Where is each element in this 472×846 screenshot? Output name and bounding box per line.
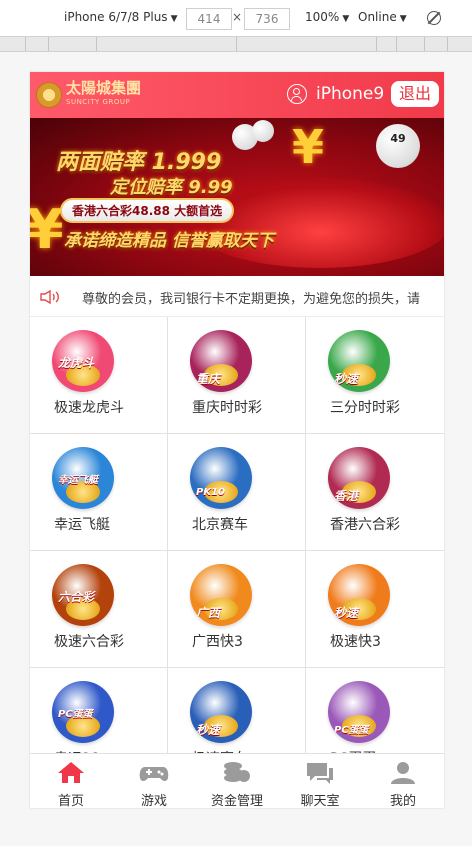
zoom-select[interactable]: 100% ▼ (305, 10, 349, 24)
pc-egg-icon: PC蛋蛋 (52, 681, 114, 743)
game-label: 幸运飞艇 (54, 517, 110, 533)
game-tile[interactable]: 龙虎斗极速龙虎斗 (30, 317, 168, 434)
game-icon-tag: 龙虎斗 (58, 356, 95, 370)
banner-headline-1: 两面赔率 1.999 (56, 150, 222, 175)
tab-home[interactable]: 首页 (30, 754, 112, 808)
lucky-airship-icon: 幸运飞艇 (52, 447, 114, 509)
game-icon-tag: 广西 (196, 606, 221, 620)
speed-k3-icon: 秒速 (328, 564, 390, 626)
game-icon-tag: 秒速 (334, 372, 359, 386)
phone-viewport: 太陽城集團 SUNCITY GROUP iPhone9 退出 49 ¥ ¥ 两面… (30, 72, 444, 808)
app-header: 太陽城集團 SUNCITY GROUP iPhone9 退出 (30, 72, 444, 118)
game-label: 重庆时时彩 (192, 400, 262, 416)
width-input[interactable]: 414 (186, 8, 232, 30)
sun-emblem-icon (36, 82, 62, 108)
hongkong-mark-six-icon: 香港 (328, 447, 390, 509)
game-tile[interactable]: 幸运飞艇 幸运飞艇 (30, 434, 168, 551)
chevron-down-icon: ▼ (399, 14, 407, 24)
game-label: 极速六合彩 (54, 634, 124, 650)
beijing-racing-icon: PK10 (190, 447, 252, 509)
logo: 太陽城集團 SUNCITY GROUP (36, 81, 141, 109)
person-icon (391, 762, 415, 784)
notice-text: 尊敬的会员，我司银行卡不定期更换，为避免您的损失，请 (82, 292, 421, 307)
game-tile[interactable]: 秒速三分时时彩 (306, 317, 444, 434)
tab-person[interactable]: 我的 (362, 754, 444, 808)
promo-banner[interactable]: 49 ¥ ¥ 两面赔率 1.999 定位赔率 9.99 香港六合彩48.88 大… (30, 118, 444, 276)
game-label: 三分时时彩 (330, 400, 400, 416)
game-label: 广西快3 (192, 634, 243, 650)
yen-coin-icon: ¥ (292, 120, 325, 174)
game-icon-tag: PC蛋蛋 (58, 709, 93, 720)
game-icon-tag: 秒速 (196, 723, 221, 737)
gamepad-icon (139, 767, 169, 781)
network-select[interactable]: Online ▼ (358, 10, 407, 24)
rotate-icon[interactable] (427, 11, 441, 25)
media-query-ruler (0, 36, 472, 52)
network-label: Online (358, 10, 397, 24)
home-icon (58, 762, 84, 783)
tab-label: 首页 (57, 794, 84, 808)
zoom-label: 100% (305, 10, 340, 24)
lottery-ball-icon (252, 120, 274, 142)
device-select[interactable]: iPhone 6/7/8 Plus ▼ (64, 10, 177, 24)
guangxi-dice-icon: 广西 (190, 564, 252, 626)
device-label: iPhone 6/7/8 Plus (64, 10, 168, 24)
game-tile[interactable]: 香港香港六合彩 (306, 434, 444, 551)
game-tile[interactable]: 重庆重庆时时彩 (168, 317, 306, 434)
game-icon-tag: 秒速 (334, 606, 359, 620)
tab-label: 我的 (389, 794, 416, 808)
banner-headline-2: 定位赔率 9.99 (110, 177, 233, 198)
speaker-icon (40, 290, 59, 304)
tab-coins[interactable]: 资金管理 (196, 754, 278, 808)
game-label: 极速快3 (330, 634, 381, 650)
game-tile[interactable]: 六合彩极速六合彩 (30, 551, 168, 668)
notice-bar[interactable]: 尊敬的会员，我司银行卡不定期更换，为避免您的损失，请 (30, 276, 444, 317)
speed-racing-icon: 秒速 (190, 681, 252, 743)
game-icon-tag: PK10 (196, 487, 225, 498)
logout-button[interactable]: 退出 (391, 81, 439, 107)
tab-chat[interactable]: 聊天室 (279, 754, 361, 808)
game-label: 香港六合彩 (330, 517, 400, 533)
game-tile[interactable]: PK10 北京赛车 (168, 434, 306, 551)
game-label: 北京赛车 (192, 517, 248, 533)
tab-gamepad[interactable]: 游戏 (113, 754, 195, 808)
username: iPhone9 (316, 84, 385, 104)
game-tile[interactable]: 广西广西快3 (168, 551, 306, 668)
bottom-tabbar: 首页 游戏 资金管理 聊天室 我的 (30, 753, 444, 808)
chevron-down-icon: ▼ (342, 14, 350, 24)
height-input[interactable]: 736 (244, 8, 290, 30)
tab-label: 资金管理 (210, 794, 263, 808)
game-icon-tag: 六合彩 (58, 590, 95, 604)
pc-egg-purple-icon: PC蛋蛋 (328, 681, 390, 743)
game-icon-tag: 重庆 (196, 372, 221, 386)
banner-slogan: 承诺缔造精品 信誉赢取天下 (64, 231, 274, 251)
game-icon-tag: PC蛋蛋 (334, 725, 369, 736)
chat-icon (307, 763, 333, 784)
banner-pill: 香港六合彩48.88 大额首选 (60, 198, 235, 223)
tab-label: 游戏 (140, 794, 167, 808)
game-label: 极速龙虎斗 (54, 400, 124, 416)
user-icon[interactable] (287, 84, 307, 104)
chevron-down-icon: ▼ (170, 14, 178, 24)
dragon-tiger-icon: 龙虎斗 (52, 330, 114, 392)
coins-icon (224, 762, 250, 782)
game-icon-tag: 幸运飞艇 (58, 475, 98, 486)
devtools-toolbar: iPhone 6/7/8 Plus ▼ 414 × 736 100% ▼ Onlin… (0, 0, 472, 39)
chongqing-clock-icon: 重庆 (190, 330, 252, 392)
game-icon-tag: 香港 (334, 489, 359, 503)
tab-label: 聊天室 (300, 794, 340, 808)
yen-coin-icon: ¥ (30, 198, 64, 261)
times-icon: × (232, 10, 243, 24)
logo-subtext: SUNCITY GROUP (66, 98, 131, 106)
speed-mark-six-icon: 六合彩 (52, 564, 114, 626)
three-min-clock-icon: 秒速 (328, 330, 390, 392)
game-tile[interactable]: 秒速极速快3 (306, 551, 444, 668)
lottery-ball-49: 49 (376, 124, 420, 168)
